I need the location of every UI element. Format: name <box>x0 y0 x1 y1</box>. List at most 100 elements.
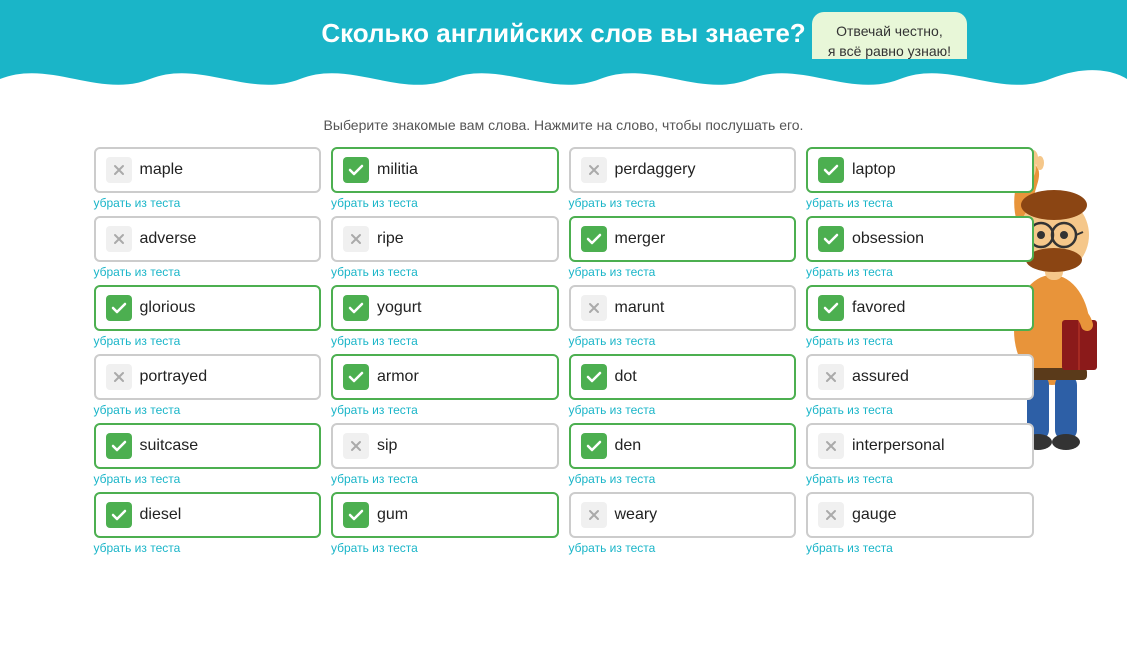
word-box[interactable]: weary <box>569 492 797 538</box>
word-cell: portrayed убрать из теста <box>94 354 322 417</box>
word-box[interactable]: perdaggery <box>569 147 797 193</box>
check-icon <box>343 364 369 390</box>
word-cell: yogurt убрать из теста <box>331 285 559 348</box>
remove-link[interactable]: убрать из теста <box>331 334 559 348</box>
remove-link[interactable]: убрать из теста <box>569 196 797 210</box>
word-box[interactable]: adverse <box>94 216 322 262</box>
bubble-text-line2: я всё равно узнаю! <box>828 43 951 59</box>
check-icon <box>106 502 132 528</box>
remove-link[interactable]: убрать из теста <box>569 334 797 348</box>
remove-link[interactable]: убрать из теста <box>569 472 797 486</box>
remove-link[interactable]: убрать из теста <box>569 265 797 279</box>
header: Сколько английских слов вы знаете? Отвеч… <box>0 0 1127 99</box>
word-text: ripe <box>377 230 404 248</box>
uncheck-icon <box>581 157 607 183</box>
remove-link[interactable]: убрать из теста <box>806 541 1034 555</box>
word-box[interactable]: ripe <box>331 216 559 262</box>
word-box[interactable]: laptop <box>806 147 1034 193</box>
check-icon <box>818 226 844 252</box>
word-box[interactable]: marunt <box>569 285 797 331</box>
remove-link[interactable]: убрать из теста <box>331 196 559 210</box>
word-text: armor <box>377 368 419 386</box>
word-cell: marunt убрать из теста <box>569 285 797 348</box>
remove-link[interactable]: убрать из теста <box>331 472 559 486</box>
check-icon <box>106 433 132 459</box>
uncheck-icon <box>106 157 132 183</box>
word-text: gum <box>377 506 408 524</box>
check-icon <box>818 157 844 183</box>
word-text: dot <box>615 368 637 386</box>
word-cell: adverse убрать из теста <box>94 216 322 279</box>
remove-link[interactable]: убрать из теста <box>331 265 559 279</box>
word-box[interactable]: favored <box>806 285 1034 331</box>
word-box[interactable]: den <box>569 423 797 469</box>
word-cell: assured убрать из теста <box>806 354 1034 417</box>
word-cell: armor убрать из теста <box>331 354 559 417</box>
word-text: maple <box>140 161 184 179</box>
remove-link[interactable]: убрать из теста <box>569 403 797 417</box>
uncheck-icon <box>106 364 132 390</box>
bubble-text-line1: Отвечай честно, <box>836 23 943 39</box>
word-box[interactable]: glorious <box>94 285 322 331</box>
word-box[interactable]: armor <box>331 354 559 400</box>
remove-link[interactable]: убрать из теста <box>806 196 1034 210</box>
check-icon <box>581 364 607 390</box>
wave-decoration <box>0 59 1127 99</box>
remove-link[interactable]: убрать из теста <box>806 403 1034 417</box>
remove-link[interactable]: убрать из теста <box>569 541 797 555</box>
word-box[interactable]: portrayed <box>94 354 322 400</box>
word-cell: glorious убрать из теста <box>94 285 322 348</box>
word-text: weary <box>615 506 658 524</box>
uncheck-icon <box>581 295 607 321</box>
remove-link[interactable]: убрать из теста <box>94 541 322 555</box>
word-box[interactable]: yogurt <box>331 285 559 331</box>
word-box[interactable]: merger <box>569 216 797 262</box>
word-box[interactable]: suitcase <box>94 423 322 469</box>
check-icon <box>818 295 844 321</box>
remove-link[interactable]: убрать из теста <box>331 403 559 417</box>
remove-link[interactable]: убрать из теста <box>94 472 322 486</box>
remove-link[interactable]: убрать из теста <box>806 472 1034 486</box>
word-box[interactable]: sip <box>331 423 559 469</box>
word-cell: diesel убрать из теста <box>94 492 322 555</box>
uncheck-icon <box>581 502 607 528</box>
word-cell: perdaggery убрать из теста <box>569 147 797 210</box>
word-cell: den убрать из теста <box>569 423 797 486</box>
word-text: assured <box>852 368 909 386</box>
word-text: adverse <box>140 230 197 248</box>
word-box[interactable]: maple <box>94 147 322 193</box>
check-icon <box>581 226 607 252</box>
remove-link[interactable]: убрать из теста <box>94 265 322 279</box>
main-content: Выберите знакомые вам слова. Нажмите на … <box>74 117 1054 581</box>
word-cell: weary убрать из теста <box>569 492 797 555</box>
remove-link[interactable]: убрать из теста <box>94 403 322 417</box>
word-box[interactable]: assured <box>806 354 1034 400</box>
word-box[interactable]: militia <box>331 147 559 193</box>
word-text: obsession <box>852 230 924 248</box>
word-box[interactable]: diesel <box>94 492 322 538</box>
check-icon <box>581 433 607 459</box>
word-text: marunt <box>615 299 665 317</box>
word-box[interactable]: obsession <box>806 216 1034 262</box>
word-text: interpersonal <box>852 437 945 455</box>
word-box[interactable]: interpersonal <box>806 423 1034 469</box>
word-cell: merger убрать из теста <box>569 216 797 279</box>
word-box[interactable]: dot <box>569 354 797 400</box>
remove-link[interactable]: убрать из теста <box>806 334 1034 348</box>
word-box[interactable]: gum <box>331 492 559 538</box>
uncheck-icon <box>818 364 844 390</box>
word-text: glorious <box>140 299 196 317</box>
word-text: laptop <box>852 161 896 179</box>
word-box[interactable]: gauge <box>806 492 1034 538</box>
word-text: gauge <box>852 506 897 524</box>
remove-link[interactable]: убрать из теста <box>94 196 322 210</box>
word-text: merger <box>615 230 666 248</box>
word-cell: obsession убрать из теста <box>806 216 1034 279</box>
uncheck-icon <box>343 433 369 459</box>
word-cell: dot убрать из теста <box>569 354 797 417</box>
check-icon <box>343 502 369 528</box>
remove-link[interactable]: убрать из теста <box>806 265 1034 279</box>
remove-link[interactable]: убрать из теста <box>94 334 322 348</box>
word-cell: ripe убрать из теста <box>331 216 559 279</box>
remove-link[interactable]: убрать из теста <box>331 541 559 555</box>
